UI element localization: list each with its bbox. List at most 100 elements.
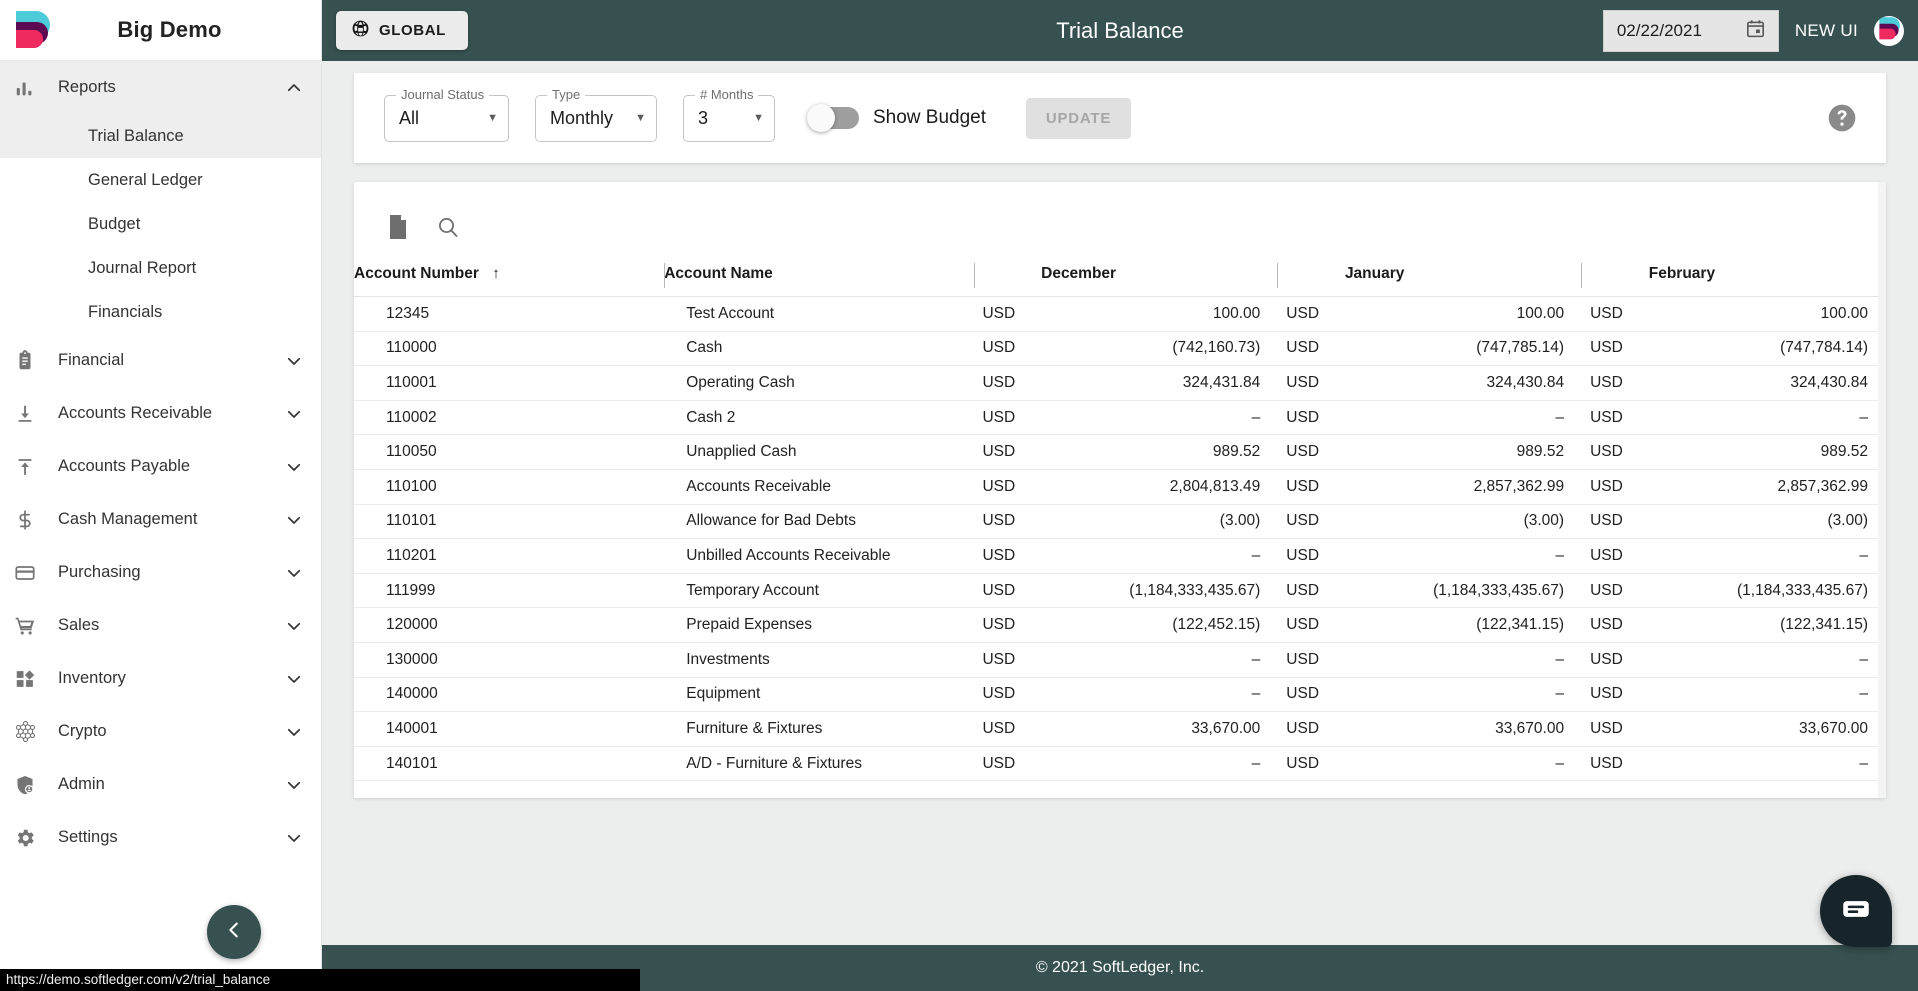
table-row[interactable]: 110101 Allowance for Bad Debts USD (3.00) US… bbox=[354, 504, 1886, 540]
sidebar-item-accounts-payable[interactable]: Accounts Payable bbox=[0, 440, 321, 493]
sidebar-item-label: Financial bbox=[58, 351, 125, 369]
brand-header: Big Demo bbox=[0, 0, 321, 61]
journal-status-select[interactable]: Journal Status All ▼ bbox=[384, 86, 509, 142]
cell-account-name: Test Account bbox=[664, 296, 975, 332]
cell-amount: 989.52 bbox=[1344, 434, 1583, 470]
chat-bubble-icon bbox=[1839, 892, 1873, 931]
calendar-icon[interactable] bbox=[1745, 18, 1766, 44]
sidebar-collapse-button[interactable] bbox=[207, 905, 261, 959]
cell-account-number: 12345 bbox=[354, 296, 665, 332]
cell-currency: USD bbox=[974, 538, 1042, 574]
column-header-december[interactable]: December bbox=[1041, 257, 1279, 297]
table-row[interactable]: 110100 Accounts Receivable USD 2,804,813.49… bbox=[354, 469, 1886, 505]
show-budget-toggle[interactable] bbox=[807, 104, 859, 132]
cell-account-number: 110000 bbox=[354, 331, 665, 367]
sidebar-subitem-label: Journal Report bbox=[88, 258, 197, 277]
cell-currency: USD bbox=[974, 677, 1042, 713]
search-icon[interactable] bbox=[436, 215, 460, 239]
sidebar-item-reports[interactable]: Reports bbox=[0, 61, 321, 114]
cell-account-number: 110100 bbox=[354, 469, 665, 505]
table-row[interactable]: 110001 Operating Cash USD 324,431.84 USD 324,… bbox=[354, 365, 1886, 401]
cell-amount: (3.00) bbox=[1648, 504, 1886, 540]
cell-account-name: Cash 2 bbox=[664, 400, 975, 436]
date-picker-field[interactable]: 02/22/2021 bbox=[1602, 9, 1779, 52]
column-header-account-name[interactable]: Account Name bbox=[664, 257, 975, 297]
table-row[interactable]: 140001 Furniture & Fixtures USD 33,670.00 US… bbox=[354, 711, 1886, 747]
journal-status-value: All bbox=[399, 107, 420, 128]
cell-amount: – bbox=[1344, 642, 1583, 678]
cell-amount: 324,430.84 bbox=[1344, 365, 1583, 401]
global-entity-button[interactable]: GLOBAL bbox=[336, 11, 468, 50]
sidebar-item-budget[interactable]: Budget bbox=[0, 202, 321, 246]
cell-account-number: 110201 bbox=[354, 538, 665, 574]
table-row[interactable]: 110050 Unapplied Cash USD 989.52 USD 989.52 US… bbox=[354, 434, 1886, 470]
column-header-february[interactable]: February bbox=[1648, 257, 1886, 297]
question-mark-circle-icon[interactable] bbox=[1826, 102, 1858, 134]
shield-user-icon bbox=[14, 774, 58, 796]
show-budget-control: Show Budget bbox=[807, 104, 986, 132]
sidebar-item-settings[interactable]: Settings bbox=[0, 811, 321, 864]
column-header-currency-2 bbox=[1278, 257, 1345, 297]
sidebar-item-admin[interactable]: Admin bbox=[0, 758, 321, 811]
cell-currency: USD bbox=[1278, 434, 1345, 470]
table-row[interactable]: 140101 A/D - Furniture & Fixtures USD – USD –… bbox=[354, 746, 1886, 782]
table-row[interactable]: 110002 Cash 2 USD – USD – USD – bbox=[354, 400, 1886, 436]
new-ui-label[interactable]: NEW UI bbox=[1795, 21, 1858, 41]
sidebar-item-crypto[interactable]: Crypto bbox=[0, 705, 321, 758]
sidebar-item-accounts-receivable[interactable]: Accounts Receivable bbox=[0, 387, 321, 440]
clipboard-icon bbox=[14, 349, 58, 372]
sidebar-item-financial[interactable]: Financial bbox=[0, 334, 321, 387]
chevron-down-icon bbox=[283, 458, 305, 476]
cell-amount: – bbox=[1041, 677, 1279, 713]
sidebar-item-sales[interactable]: Sales bbox=[0, 599, 321, 652]
table-row[interactable]: 12345 Test Account USD 100.00 USD 100.00 USD 10… bbox=[354, 296, 1886, 332]
cell-amount: 100.00 bbox=[1344, 296, 1583, 332]
cell-amount: (742,160.73) bbox=[1041, 331, 1279, 367]
column-label: Account Name bbox=[664, 265, 773, 282]
table-row[interactable]: 110000 Cash USD (742,160.73) USD (747,785.14)… bbox=[354, 331, 1886, 367]
document-icon[interactable] bbox=[386, 214, 410, 240]
sidebar-subitem-label: General Ledger bbox=[88, 170, 203, 189]
cell-currency: USD bbox=[974, 504, 1042, 540]
update-button[interactable]: UPDATE bbox=[1026, 97, 1132, 139]
table-row[interactable]: 120000 Prepaid Expenses USD (122,452.15) USD… bbox=[354, 607, 1886, 643]
column-header-january[interactable]: January bbox=[1344, 257, 1583, 297]
cell-account-name: Prepaid Expenses bbox=[664, 607, 975, 643]
sidebar-item-financials[interactable]: Financials bbox=[0, 290, 321, 334]
cell-currency: USD bbox=[1582, 677, 1649, 713]
months-select[interactable]: # Months 3 ▼ bbox=[683, 86, 775, 142]
cell-account-number: 110050 bbox=[354, 434, 665, 470]
table-scrollbar[interactable] bbox=[1878, 182, 1886, 798]
sidebar-item-inventory[interactable]: Inventory bbox=[0, 652, 321, 705]
sidebar-item-general-ledger[interactable]: General Ledger bbox=[0, 158, 321, 202]
cell-currency: USD bbox=[974, 434, 1042, 470]
table-row[interactable]: 110201 Unbilled Accounts Receivable USD – US… bbox=[354, 538, 1886, 574]
cell-amount: 989.52 bbox=[1648, 434, 1886, 470]
table-row[interactable]: 111999 Temporary Account USD (1,184,333,435… bbox=[354, 573, 1886, 609]
sidebar-item-cash-management[interactable]: Cash Management bbox=[0, 493, 321, 546]
cell-amount: – bbox=[1344, 746, 1583, 782]
crypto-network-icon bbox=[14, 720, 58, 743]
chat-support-button[interactable] bbox=[1820, 875, 1892, 947]
sidebar-item-trial-balance[interactable]: Trial Balance bbox=[0, 114, 321, 158]
chevron-down-icon bbox=[283, 670, 305, 688]
cell-amount: 2,804,813.49 bbox=[1041, 469, 1279, 505]
cell-amount: – bbox=[1344, 400, 1583, 436]
column-header-currency-1 bbox=[974, 257, 1042, 297]
cell-account-name: Accounts Receivable bbox=[664, 469, 975, 505]
sidebar-nav: Reports Trial Balance General Ledger Bud… bbox=[0, 61, 321, 864]
avatar[interactable] bbox=[1874, 15, 1904, 46]
column-header-account-number[interactable]: Account Number ↑ bbox=[354, 257, 665, 297]
cell-account-name: Allowance for Bad Debts bbox=[664, 504, 975, 540]
sidebar-item-journal-report[interactable]: Journal Report bbox=[0, 246, 321, 290]
table-row[interactable]: 140000 Equipment USD – USD – USD – bbox=[354, 677, 1886, 713]
arrow-up-icon: ↑ bbox=[492, 265, 500, 282]
column-header-currency-3 bbox=[1582, 257, 1649, 297]
type-select[interactable]: Type Monthly ▼ bbox=[535, 86, 657, 142]
sidebar-item-purchasing[interactable]: Purchasing bbox=[0, 546, 321, 599]
type-value: Monthly bbox=[550, 107, 614, 128]
table-row[interactable]: 130000 Investments USD – USD – USD – bbox=[354, 642, 1886, 678]
cell-currency: USD bbox=[974, 365, 1042, 401]
cell-amount: (122,452.15) bbox=[1041, 607, 1279, 643]
cell-currency: USD bbox=[1278, 573, 1345, 609]
